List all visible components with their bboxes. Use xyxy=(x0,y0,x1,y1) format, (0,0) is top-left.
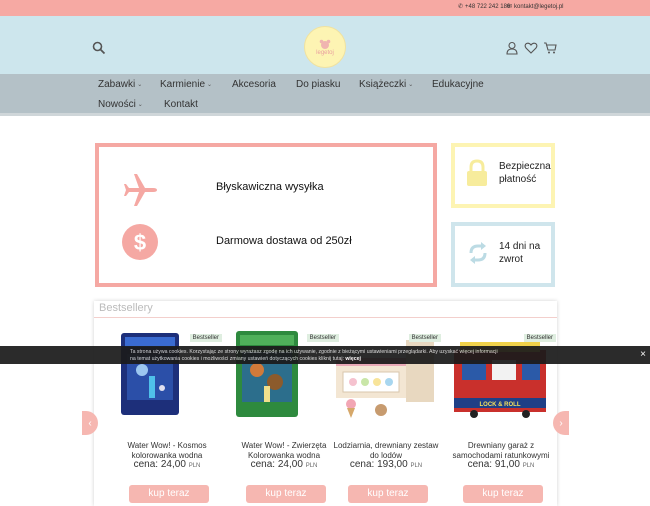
shipping-text: Błyskawiczna wysyłka xyxy=(216,181,324,193)
returns-text: 14 dni na zwrot xyxy=(499,241,541,265)
cookie-more-link[interactable]: więcej xyxy=(345,356,361,362)
price-label: cena: xyxy=(133,459,159,470)
user-icon[interactable] xyxy=(505,41,519,55)
bestseller-badge: Bestseller xyxy=(523,334,556,342)
chevron-down-icon: ⌄ xyxy=(137,102,143,108)
nav-item-zabawki[interactable]: Zabawki ⌄ xyxy=(98,79,142,90)
secure-text: Bezpieczna płatność xyxy=(499,161,551,185)
nav-item-do-piasku[interactable]: Do piasku xyxy=(296,79,340,90)
email-address: kontakt@legetoj.pl xyxy=(514,3,564,10)
price-value: 91,00 xyxy=(494,459,520,470)
cookie-text: na temat użytkowania cookies i możliwośc… xyxy=(130,356,344,362)
product-price: cena: 193,00 PLN xyxy=(331,459,441,470)
nav-label: Karmienie xyxy=(160,79,206,90)
nav-label: Kontakt xyxy=(164,99,198,110)
divider xyxy=(94,317,557,318)
chevron-down-icon: ⌄ xyxy=(408,82,414,88)
email-contact[interactable]: ✉ kontakt@legetoj.pl xyxy=(507,3,564,11)
nav-item-kontakt[interactable]: Kontakt xyxy=(164,99,198,110)
returns-box: 14 dni na zwrot xyxy=(451,222,555,287)
price-value: 24,00 xyxy=(277,459,303,470)
secure-payment-box: Bezpieczna płatność xyxy=(451,143,555,208)
cookie-bar: Ta strona używa cookies. Korzystając ze … xyxy=(0,346,650,364)
buy-now-button[interactable]: kup teraz xyxy=(129,485,209,503)
svg-text:LOCK & ROLL: LOCK & ROLL xyxy=(480,402,521,408)
bestseller-badge: Bestseller xyxy=(408,334,441,342)
product-price: cena: 24,00 PLN xyxy=(229,459,339,470)
phone-number: +48 722 242 186 xyxy=(465,3,511,10)
bestseller-badge: Bestseller xyxy=(189,334,222,342)
chevron-down-icon: ⌄ xyxy=(207,82,213,88)
refresh-icon xyxy=(469,242,487,264)
product-price: cena: 91,00 PLN xyxy=(446,459,556,470)
logo[interactable]: legetoj xyxy=(304,26,346,68)
price-currency: PLN xyxy=(305,463,318,469)
nav-item-ksiazeczki[interactable]: Książeczki ⌄ xyxy=(359,79,413,90)
buy-now-button[interactable]: kup teraz xyxy=(246,485,326,503)
logo-bear-icon xyxy=(319,39,331,49)
nav-item-nowosci[interactable]: Nowości ⌄ xyxy=(98,99,143,110)
phone-icon: ✆ xyxy=(458,4,464,10)
mail-icon: ✉ xyxy=(507,4,513,10)
price-label: cena: xyxy=(467,459,493,470)
nav-label: Akcesoria xyxy=(232,79,276,90)
cookie-text-line2: na temat użytkowania cookies i możliwośc… xyxy=(130,356,361,362)
features-box: Błyskawiczna wysyłka $ Darmowa dostawa o… xyxy=(95,143,437,287)
product-image[interactable]: LOCK & ROLL xyxy=(446,330,556,420)
airplane-icon xyxy=(124,174,157,206)
cookie-text-line1: Ta strona używa cookies. Korzystając ze … xyxy=(130,349,498,355)
cart-icon[interactable] xyxy=(543,41,557,55)
product-name[interactable]: Water Wow! - Kosmos kolorowanka wodna xyxy=(112,441,222,461)
nav-label: Książeczki xyxy=(359,79,407,90)
search-icon[interactable] xyxy=(92,41,106,55)
nav-item-edukacyjne[interactable]: Edukacyjne xyxy=(432,79,484,90)
close-icon[interactable]: × xyxy=(640,349,646,360)
chevron-down-icon: ⌄ xyxy=(137,82,143,88)
price-currency: PLN xyxy=(522,463,535,469)
logo-text: legetoj xyxy=(316,49,334,56)
svg-text:$: $ xyxy=(134,230,146,255)
nav-label: Do piasku xyxy=(296,79,341,90)
free-delivery-text: Darmowa dostawa od 250zł xyxy=(216,235,352,247)
header: legetoj xyxy=(0,16,650,74)
nav-item-akcesoria[interactable]: Akcesoria xyxy=(232,79,276,90)
product-name[interactable]: Water Wow! - Zwierzęta Kolorowanka wodna xyxy=(229,441,339,461)
product-price: cena: 24,00 PLN xyxy=(112,459,222,470)
product-image[interactable] xyxy=(112,330,222,420)
price-label: cena: xyxy=(250,459,276,470)
lock-icon xyxy=(467,159,487,186)
buy-now-button[interactable]: kup teraz xyxy=(348,485,428,503)
bestsellers-title: Bestsellery xyxy=(99,302,153,314)
price-value: 24,00 xyxy=(160,459,186,470)
phone-contact[interactable]: ✆ +48 722 242 186 xyxy=(458,3,511,11)
price-currency: PLN xyxy=(410,463,423,469)
heart-icon[interactable] xyxy=(524,41,538,55)
product-name[interactable]: Drewniany garaż z samochodami ratunkowym… xyxy=(446,441,556,461)
top-bar: ✆ +48 722 242 186 ✉ kontakt@legetoj.pl xyxy=(0,0,650,16)
buy-now-button[interactable]: kup teraz xyxy=(463,485,543,503)
product-image[interactable] xyxy=(331,330,441,420)
price-value: 193,00 xyxy=(377,459,408,470)
nav-label: Edukacyjne xyxy=(432,79,484,90)
product-name[interactable]: Lodziarnia, drewniany zestaw do lodów xyxy=(331,441,441,461)
main-nav: Zabawki ⌄ Karmienie ⌄ Akcesoria Do piasku … xyxy=(0,74,650,116)
price-label: cena: xyxy=(349,459,375,470)
nav-label: Zabawki xyxy=(98,79,136,90)
product-image[interactable] xyxy=(229,330,339,420)
nav-label: Nowości xyxy=(98,99,136,110)
price-currency: PLN xyxy=(188,463,201,469)
dollar-icon: $ xyxy=(122,224,158,260)
nav-item-karmienie[interactable]: Karmienie ⌄ xyxy=(160,79,212,90)
